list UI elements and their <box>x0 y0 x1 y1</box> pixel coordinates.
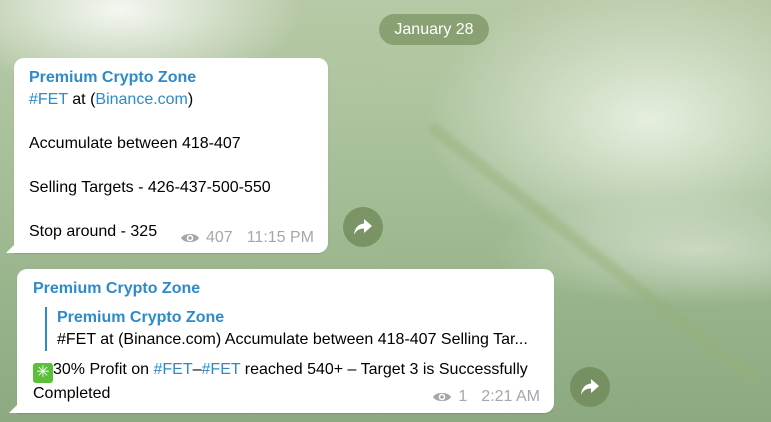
message-meta: 1 2:21 AM <box>432 386 540 408</box>
hashtag-link[interactable]: #FET <box>29 91 68 108</box>
hashtag-link[interactable]: #FET <box>154 361 193 378</box>
url-link[interactable]: Binance.com <box>95 91 188 108</box>
message-line-stop: Stop around - 325 <box>29 223 158 240</box>
reply-sender-name: Premium Crypto Zone <box>57 309 225 326</box>
reply-quote[interactable]: Premium Crypto Zone #FET at (Binance.com… <box>45 307 540 351</box>
view-count: 1 <box>458 388 468 405</box>
check-emoji-icon: ✳ <box>33 363 53 383</box>
hashtag-link[interactable]: #FET <box>202 361 241 378</box>
message-text-part: 30% Profit on <box>53 361 154 378</box>
message-bubble[interactable]: Premium Crypto Zone #FET at (Binance.com… <box>14 58 328 253</box>
reply-quote-text: #FET at (Binance.com) Accumulate between… <box>57 331 528 348</box>
message-line-targets: Selling Targets - 426-437-500-550 <box>29 179 271 196</box>
view-count: 407 <box>206 229 233 246</box>
message-text-part: – <box>192 361 202 378</box>
eye-icon <box>433 392 452 402</box>
date-separator: January 28 <box>379 14 489 45</box>
share-arrow-icon <box>581 379 599 395</box>
message-time: 2:21 AM <box>481 388 540 405</box>
message-time: 11:15 PM <box>246 229 314 246</box>
message-text: ) <box>187 91 194 108</box>
share-arrow-icon <box>354 219 372 235</box>
message-meta: 407 11:15 PM <box>180 227 314 249</box>
message-text: at ( <box>67 91 96 108</box>
message-bubble[interactable]: Premium Crypto Zone Premium Crypto Zone … <box>17 269 554 413</box>
sender-name[interactable]: Premium Crypto Zone <box>29 67 196 89</box>
eye-icon <box>181 233 199 243</box>
message-line-symbol: #FET at (Binance.com) <box>29 89 193 111</box>
sender-name[interactable]: Premium Crypto Zone <box>33 278 200 300</box>
forward-button[interactable] <box>343 207 383 247</box>
forward-button[interactable] <box>570 367 610 407</box>
message-line-accumulate: Accumulate between 418-407 <box>29 135 241 152</box>
